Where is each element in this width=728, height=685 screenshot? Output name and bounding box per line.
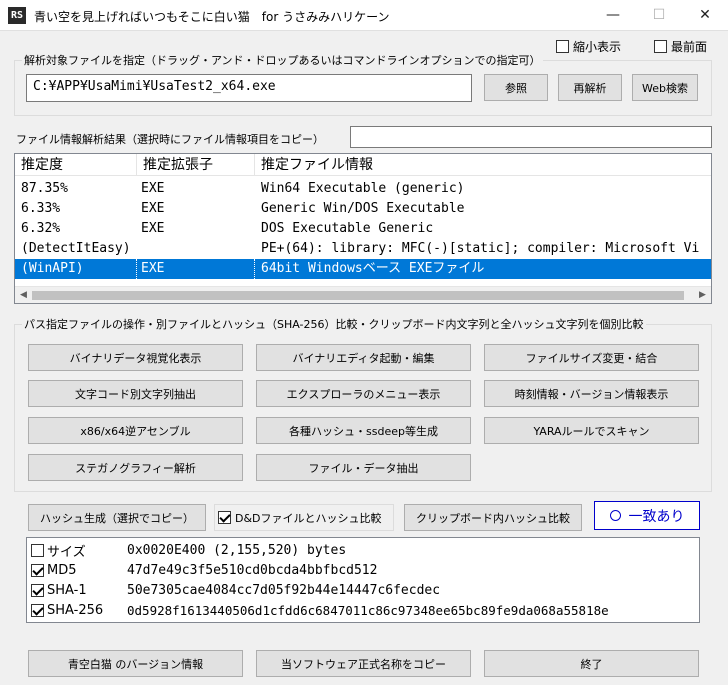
compact-view-label: 縮小表示: [573, 40, 622, 54]
title-bar: RS 青い空を見上げればいつもそこに白い猫 for うさみみハリケーン — ☐ …: [0, 0, 728, 31]
hash-list[interactable]: サイズ 0x0020E400 (2,155,520) bytes MD5 47d…: [26, 537, 700, 623]
compact-view-box[interactable]: [556, 40, 569, 53]
row-score: (DetectItEasy): [21, 241, 131, 256]
topmost-box[interactable]: [654, 40, 667, 53]
hash-row-value: 0x0020E400 (2,155,520) bytes: [127, 543, 347, 558]
topmost-checkbox[interactable]: 最前面: [654, 38, 707, 55]
hash-row-value: 47d7e49c3f5e510cd0bcda4bbfbcd512: [127, 563, 378, 578]
copy-field-input[interactable]: [350, 126, 712, 148]
hash-row-label: MD5: [47, 563, 77, 578]
clipboard-hash-compare-button[interactable]: クリップボード内ハッシュ比較: [404, 504, 582, 531]
hash-row-checkbox[interactable]: [31, 544, 44, 557]
hash-row-label: サイズ: [47, 545, 86, 560]
time-version-info-button[interactable]: 時刻情報・バージョン情報表示: [484, 380, 699, 407]
row-info: Generic Win/DOS Executable: [261, 201, 465, 216]
scroll-thumb[interactable]: [32, 291, 684, 300]
results-label: ファイル情報解析結果（選択時にファイル情報項目をコピー）: [16, 133, 324, 146]
dnd-compare-box[interactable]: [218, 511, 231, 524]
row-info: Win64 Executable (generic): [261, 181, 465, 196]
hash-row-md5[interactable]: MD5 47d7e49c3f5e510cd0bcda4bbfbcd512: [31, 561, 377, 580]
maximize-icon[interactable]: ☐: [636, 0, 682, 31]
hash-row-checkbox[interactable]: [31, 584, 44, 597]
row-score: 6.32%: [21, 221, 61, 236]
version-info-button[interactable]: 青空白猫 のバージョン情報: [28, 650, 243, 677]
hash-row-checkbox[interactable]: [31, 604, 44, 617]
hash-row-size[interactable]: サイズ 0x0020E400 (2,155,520) bytes: [31, 541, 346, 560]
column-ext[interactable]: 推定拡張子: [137, 154, 255, 176]
table-row[interactable]: 6.32% EXE DOS Executable Generic: [15, 219, 711, 239]
close-icon[interactable]: ✕: [682, 0, 728, 31]
binary-editor-button[interactable]: バイナリエディタ起動・編集: [256, 344, 471, 371]
window-title: 青い空を見上げればいつもそこに白い猫 for うさみみハリケーン: [34, 10, 390, 24]
compact-view-checkbox[interactable]: 縮小表示: [556, 38, 621, 55]
web-search-button[interactable]: Web検索: [632, 74, 698, 101]
match-status-label: 一致あり: [628, 508, 685, 525]
filesize-change-button[interactable]: ファイルサイズ変更・結合: [484, 344, 699, 371]
row-score: 87.35%: [21, 181, 68, 196]
exit-button[interactable]: 終了: [484, 650, 699, 677]
hash-row-sha1[interactable]: SHA-1 50e7305cae4084cc7d05f92b44e14447c6…: [31, 581, 440, 600]
dnd-compare-checkbox[interactable]: D&Dファイルとハッシュ比較: [214, 504, 394, 531]
column-info[interactable]: 推定ファイル情報: [255, 154, 711, 176]
row-score: (WinAPI): [19, 259, 137, 279]
hash-row-sha256[interactable]: SHA-256 0d5928f1613440506d1cfdd6c6847011…: [31, 601, 609, 620]
results-hscrollbar[interactable]: ◀ ▶: [15, 286, 711, 303]
row-ext: EXE: [137, 259, 255, 279]
hash-row-label: SHA-1: [47, 583, 87, 598]
row-ext: EXE: [141, 221, 165, 236]
reanalyze-button[interactable]: 再解析: [558, 74, 622, 101]
column-score[interactable]: 推定度: [15, 154, 137, 176]
table-row[interactable]: 6.33% EXE Generic Win/DOS Executable: [15, 199, 711, 219]
file-select-group-label: 解析対象ファイルを指定（ドラッグ・アンド・ドロップあるいはコマンドラインオプショ…: [22, 52, 543, 68]
steganography-button[interactable]: ステガノグラフィー解析: [28, 454, 243, 481]
hash-row-value: 0d5928f1613440506d1cfdd6c6847011c86c9734…: [127, 603, 609, 618]
yara-scan-button[interactable]: YARAルールでスキャン: [484, 417, 699, 444]
minimize-icon[interactable]: —: [590, 0, 636, 31]
topmost-label: 最前面: [671, 40, 708, 54]
row-info: PE+(64): library: MFC(-)[static]; compil…: [261, 241, 700, 256]
file-data-extract-button[interactable]: ファイル・データ抽出: [256, 454, 471, 481]
row-score: 6.33%: [21, 201, 61, 216]
copy-name-button[interactable]: 当ソフトウェア正式名称をコピー: [256, 650, 471, 677]
hash-generate-button[interactable]: ハッシュ生成（選択でコピー）: [28, 504, 206, 531]
row-ext: EXE: [141, 181, 165, 196]
scroll-left-icon[interactable]: ◀: [15, 287, 32, 303]
hash-row-label: SHA-256: [47, 603, 104, 618]
string-extract-button[interactable]: 文字コード別文字列抽出: [28, 380, 243, 407]
hash-ssdeep-button[interactable]: 各種ハッシュ・ssdeep等生成: [256, 417, 471, 444]
table-row-selected[interactable]: (WinAPI) EXE 64bit Windowsベース EXEファイル: [15, 259, 711, 279]
row-info: 64bit Windowsベース EXEファイル: [261, 261, 485, 276]
scroll-right-icon[interactable]: ▶: [694, 287, 711, 303]
hash-row-value: 50e7305cae4084cc7d05f92b44e14447c6fecdec: [127, 583, 441, 598]
app-icon: RS: [8, 7, 26, 24]
match-circle-icon: [609, 510, 621, 521]
table-row[interactable]: (DetectItEasy) PE+(64): library: MFC(-)[…: [15, 239, 711, 259]
operations-group-label: パス指定ファイルの操作・別ファイルとハッシュ（SHA-256）比較・クリップボー…: [22, 316, 646, 332]
hash-row-checkbox[interactable]: [31, 564, 44, 577]
explorer-menu-button[interactable]: エクスプローラのメニュー表示: [256, 380, 471, 407]
match-status-badge: 一致あり: [594, 501, 700, 530]
file-path-input[interactable]: C:¥APP¥UsaMimi¥UsaTest2_x64.exe: [26, 74, 472, 102]
results-list[interactable]: 推定度 推定拡張子 推定ファイル情報 87.35% EXE Win64 Exec…: [14, 153, 712, 304]
row-ext: EXE: [141, 201, 165, 216]
binary-visualize-button[interactable]: バイナリデータ視覚化表示: [28, 344, 243, 371]
row-info: DOS Executable Generic: [261, 221, 434, 236]
results-header: 推定度 推定拡張子 推定ファイル情報: [15, 154, 711, 176]
disassemble-button[interactable]: x86/x64逆アセンブル: [28, 417, 243, 444]
table-row[interactable]: 87.35% EXE Win64 Executable (generic): [15, 179, 711, 199]
dnd-compare-label: D&Dファイルとハッシュ比較: [235, 511, 382, 525]
browse-button[interactable]: 参照: [484, 74, 548, 101]
